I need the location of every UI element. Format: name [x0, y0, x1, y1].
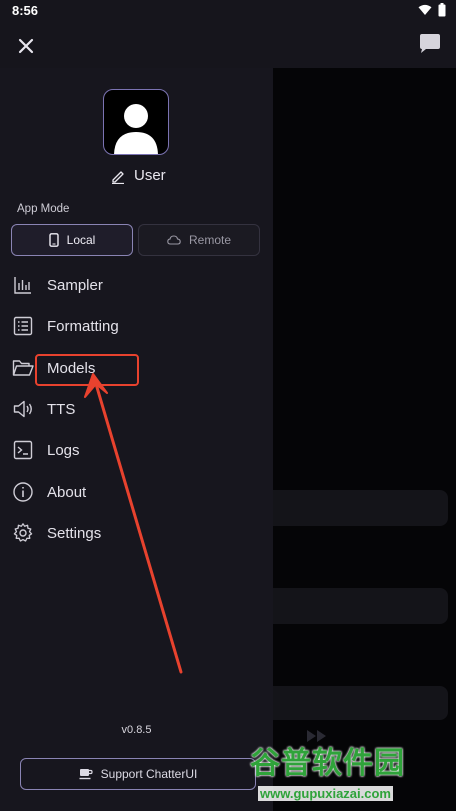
avatar[interactable] — [103, 89, 169, 155]
battery-icon — [438, 3, 446, 17]
bar-chart-icon — [14, 277, 31, 294]
user-name-row[interactable]: User — [110, 167, 166, 184]
local-mode-button[interactable]: Local — [11, 224, 133, 256]
top-bar — [0, 22, 456, 68]
watermark-logo: 谷普软件园 — [250, 747, 405, 780]
edit-pencil-icon — [112, 170, 124, 184]
folder-open-icon — [12, 360, 34, 376]
cloud-icon — [167, 235, 181, 245]
menu-label-tts: TTS — [47, 400, 76, 418]
menu-item-settings[interactable]: Settings — [12, 519, 101, 547]
status-bar: 8:56 — [0, 0, 456, 22]
annotation-highlight-box — [35, 354, 139, 386]
local-mode-label: Local — [66, 233, 96, 247]
status-icons — [418, 3, 446, 17]
close-icon[interactable] — [12, 32, 40, 60]
wifi-icon — [418, 4, 432, 15]
menu-label-formatting: Formatting — [47, 317, 119, 335]
terminal-icon — [13, 440, 33, 460]
menu-label-logs: Logs — [47, 441, 80, 459]
chat-row — [273, 490, 448, 526]
speaker-icon — [13, 400, 32, 418]
menu-label-about: About — [47, 483, 87, 501]
chat-bubble-icon[interactable] — [416, 30, 444, 58]
list-icon — [13, 316, 33, 336]
remote-mode-label: Remote — [188, 233, 232, 247]
phone-icon — [48, 233, 59, 247]
chat-row — [273, 588, 448, 624]
remote-mode-button[interactable]: Remote — [138, 224, 260, 256]
gear-icon — [13, 523, 33, 542]
status-time: 8:56 — [12, 3, 39, 18]
menu-label-sampler: Sampler — [47, 276, 103, 294]
support-button[interactable]: Support ChatterUI — [20, 758, 256, 790]
menu-item-tts[interactable]: TTS — [12, 395, 75, 423]
menu-item-models[interactable]: Models — [12, 354, 95, 382]
user-name: User — [134, 167, 166, 184]
info-icon — [13, 482, 33, 502]
app-mode-label: App Mode — [17, 203, 70, 215]
menu-item-sampler[interactable]: Sampler — [12, 271, 103, 299]
app-version: v0.8.5 — [121, 724, 152, 736]
user-silhouette-icon — [114, 104, 158, 154]
side-drawer: User App Mode Local Remote Sampler Forma… — [0, 68, 273, 811]
watermark-url: www.gupuxiazai.com — [258, 786, 393, 801]
menu-item-about[interactable]: About — [12, 478, 86, 506]
support-label: Support ChatterUI — [100, 767, 198, 781]
coffee-cup-icon — [79, 769, 93, 780]
chat-row — [273, 686, 448, 720]
menu-item-formatting[interactable]: Formatting — [12, 312, 119, 340]
menu-item-logs[interactable]: Logs — [12, 436, 80, 464]
menu-label-settings: Settings — [47, 524, 102, 542]
